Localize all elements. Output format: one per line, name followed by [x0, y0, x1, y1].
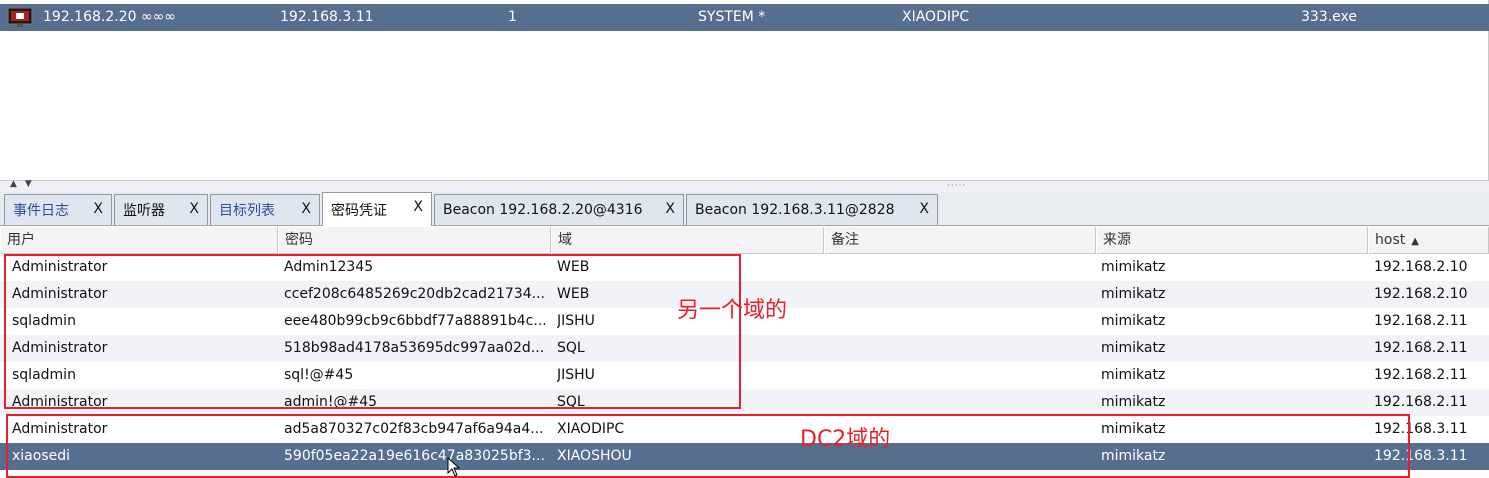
tab-label: 目标列表 — [219, 203, 275, 219]
tab-targets[interactable]: 目标列表 X — [210, 194, 320, 225]
tab-credentials[interactable]: 密码凭证 X — [322, 192, 432, 226]
mouse-cursor-icon — [447, 457, 461, 477]
tab-close-button[interactable]: X — [919, 201, 929, 217]
annotation-box-other-domain — [4, 254, 741, 409]
session-listener: 1 — [508, 9, 517, 25]
tab-beacon-1[interactable]: Beacon 192.168.2.20@4316 X — [434, 194, 684, 225]
tab-close-button[interactable]: X — [413, 199, 423, 215]
annotation-text-other-domain: 另一个域的 — [677, 298, 788, 323]
tab-listeners[interactable]: 监听器 X — [114, 194, 208, 225]
tab-close-button[interactable]: X — [189, 201, 199, 217]
tab-event-log[interactable]: 事件日志 X — [4, 194, 112, 225]
table-header: 用户 密码 域 备注 来源 host ▲ — [0, 227, 1489, 254]
session-user: SYSTEM * — [698, 9, 766, 25]
beacon-computer-icon — [7, 7, 33, 27]
column-header-source[interactable]: 来源 — [1096, 227, 1368, 254]
table-cell-host: 192.168.2.11 — [1374, 394, 1468, 410]
table-cell-备注 — [830, 362, 1096, 389]
tab-label: 事件日志 — [13, 203, 69, 219]
column-header-host[interactable]: host ▲ — [1368, 227, 1489, 254]
column-header-note[interactable]: 备注 — [824, 227, 1096, 254]
tab-label: Beacon 192.168.3.11@2828 — [695, 202, 895, 218]
table-cell-备注 — [830, 335, 1096, 362]
session-table: 192.168.2.20 ∞∞∞ 192.168.3.11 1 SYSTEM *… — [0, 0, 1489, 180]
annotation-text-dc2-domain: DC2域的 — [800, 427, 891, 452]
table-cell-host: 192.168.2.11 — [1374, 313, 1468, 329]
table-cell-来源: mimikatz — [1101, 313, 1166, 329]
tab-close-button[interactable]: X — [665, 201, 675, 217]
column-header-password[interactable]: 密码 — [278, 227, 551, 254]
table-cell-来源: mimikatz — [1101, 340, 1166, 356]
tab-label: 监听器 — [123, 203, 165, 219]
table-cell-备注 — [830, 254, 1096, 281]
tab-label: Beacon 192.168.2.20@4316 — [443, 202, 643, 218]
table-cell-来源: mimikatz — [1101, 367, 1166, 383]
annotation-box-dc2-domain — [6, 414, 1410, 478]
table-cell-备注 — [830, 281, 1096, 308]
session-computer: XIAODIPC — [902, 9, 970, 25]
collapse-arrows-icon[interactable]: ▲▼ — [10, 179, 40, 189]
table-cell-host: 192.168.2.10 — [1374, 286, 1468, 302]
session-external-ip: 192.168.2.20 ∞∞∞ — [43, 9, 176, 25]
tab-close-button[interactable]: X — [301, 201, 311, 217]
tab-beacon-2[interactable]: Beacon 192.168.3.11@2828 X — [686, 194, 938, 225]
tab-close-button[interactable]: X — [93, 201, 103, 217]
sort-ascending-icon: ▲ — [1411, 236, 1419, 247]
table-cell-备注 — [830, 308, 1096, 335]
session-internal-ip: 192.168.3.11 — [280, 9, 374, 25]
table-cell-host: 192.168.2.10 — [1374, 259, 1468, 275]
column-header-host-label: host — [1375, 232, 1406, 248]
session-row[interactable]: 192.168.2.20 ∞∞∞ 192.168.3.11 1 SYSTEM *… — [0, 4, 1489, 31]
column-header-user[interactable]: 用户 — [0, 227, 278, 254]
column-header-realm[interactable]: 域 — [551, 227, 824, 254]
table-cell-host: 192.168.2.11 — [1374, 367, 1468, 383]
drag-grip-icon[interactable]: ····· — [947, 181, 966, 191]
tab-strip: 事件日志 X 监听器 X 目标列表 X 密码凭证 X Beacon 192.16… — [0, 192, 1489, 226]
table-cell-来源: mimikatz — [1101, 394, 1166, 410]
session-process: 333.exe — [1301, 9, 1358, 25]
table-cell-host: 192.168.2.11 — [1374, 340, 1468, 356]
tab-label: 密码凭证 — [331, 202, 387, 219]
table-cell-来源: mimikatz — [1101, 286, 1166, 302]
table-cell-备注 — [830, 389, 1096, 416]
table-cell-来源: mimikatz — [1101, 259, 1166, 275]
